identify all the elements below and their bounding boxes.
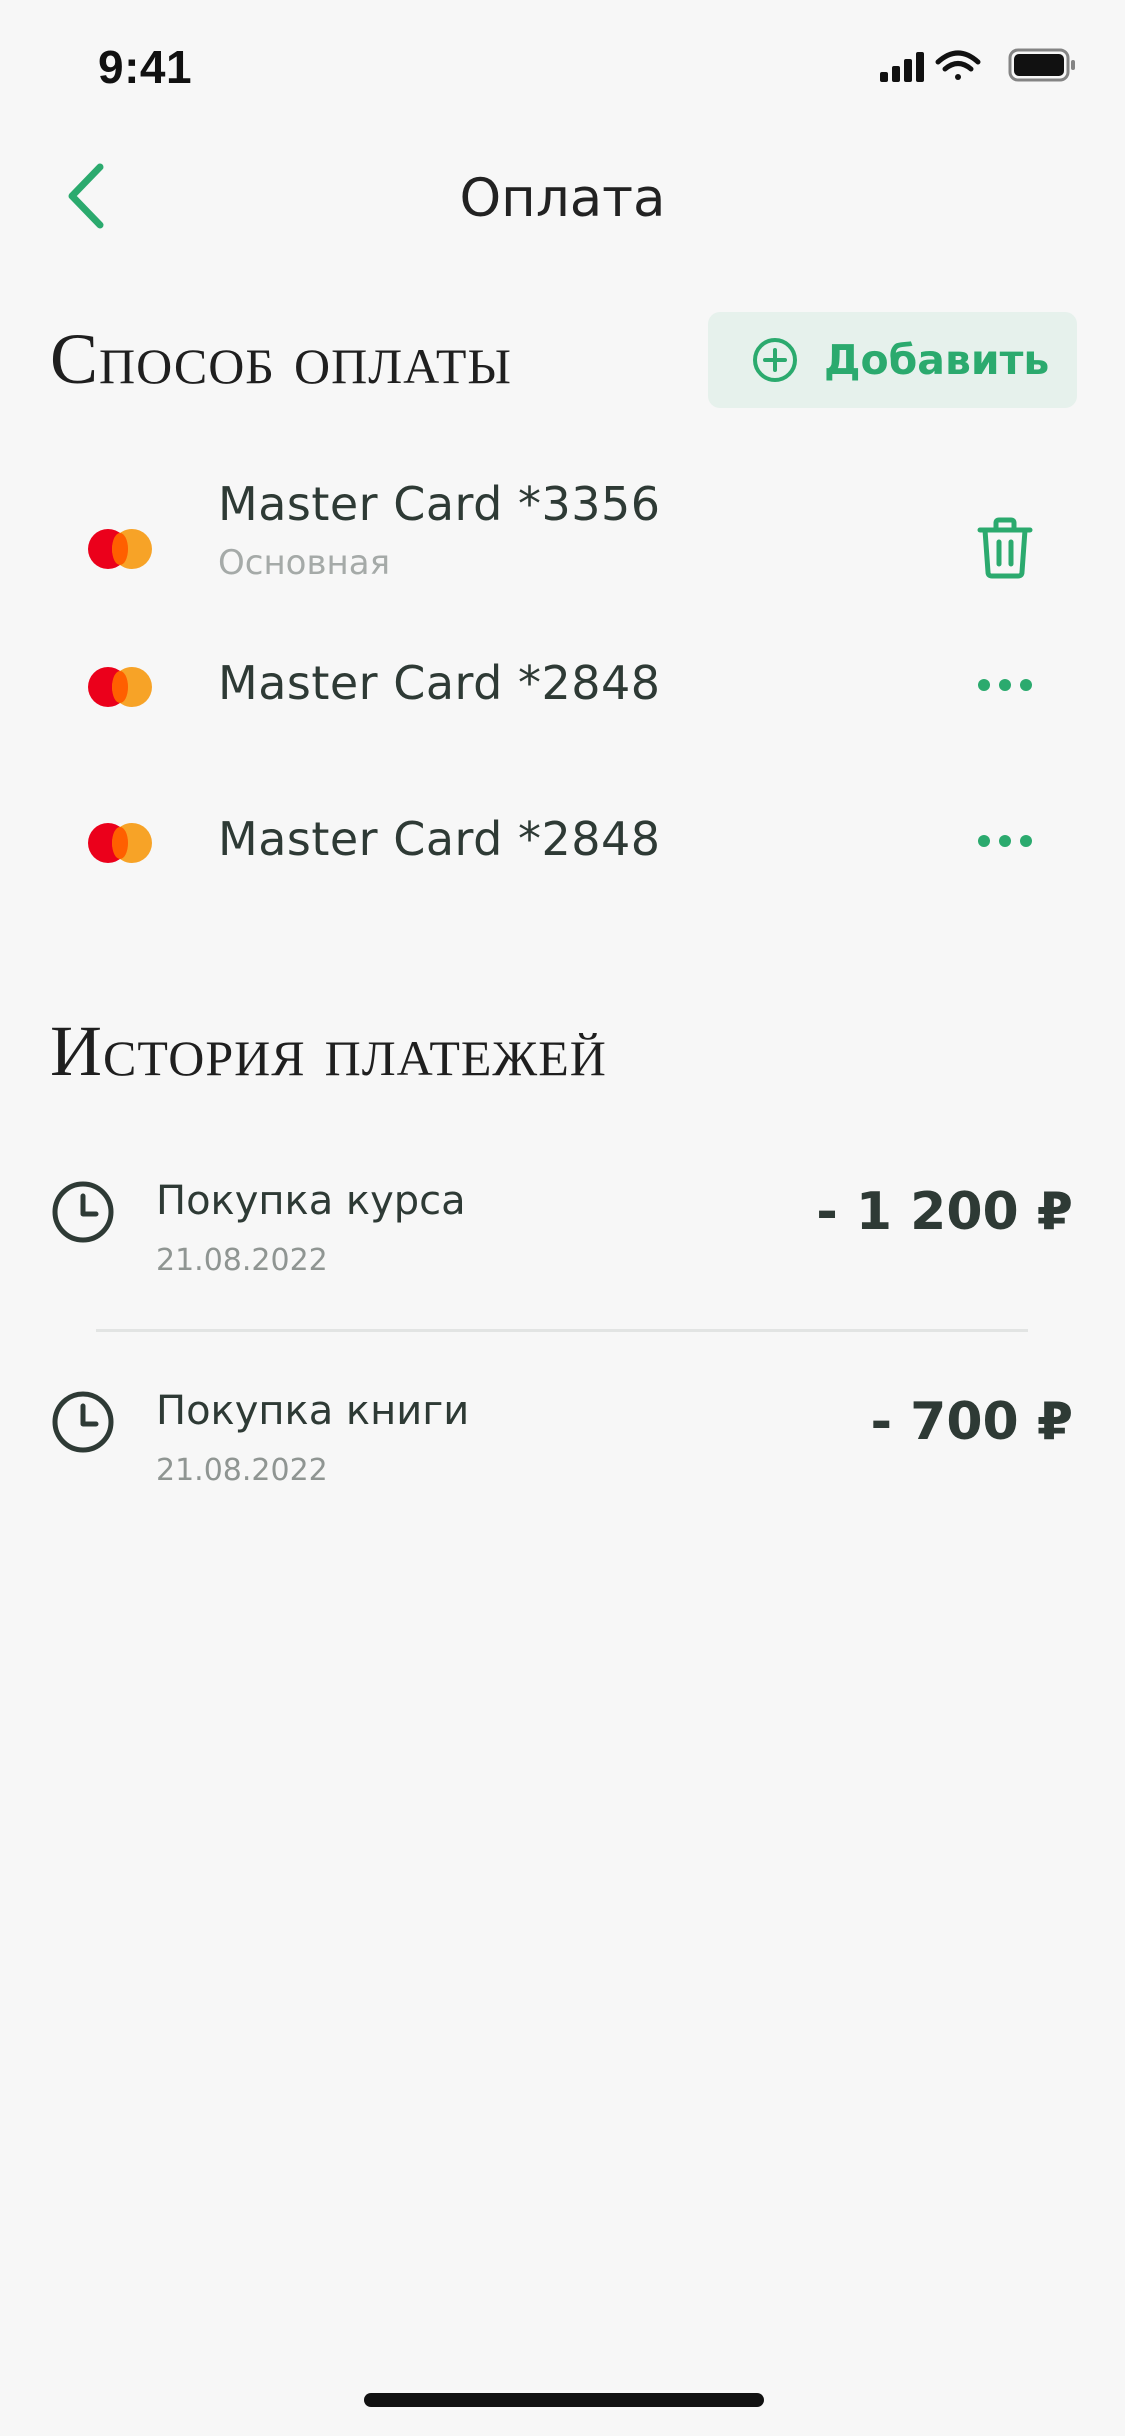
- payment-history-title: История платежей: [50, 1011, 607, 1091]
- home-indicator: [364, 2393, 764, 2407]
- page-title: Оплата: [459, 168, 666, 229]
- card-name: Master Card *2848: [218, 812, 661, 866]
- wifi-icon: [935, 50, 981, 80]
- history-item-title: Покупка книги: [156, 1388, 470, 1434]
- history-item-date: 21.08.2022: [156, 1243, 328, 1278]
- mastercard-icon: [88, 529, 152, 569]
- battery-icon: [1008, 48, 1075, 82]
- status-icons: [880, 46, 1080, 90]
- history-item-title: Покупка курса: [156, 1178, 466, 1224]
- delete-card-button[interactable]: [965, 508, 1045, 588]
- history-item-amount: - 1 200 ₽: [816, 1182, 1073, 1242]
- more-icon: [978, 835, 1032, 847]
- plus-circle-icon: [753, 338, 797, 382]
- card-more-button[interactable]: [965, 801, 1045, 881]
- card-item[interactable]: Master Card *3356 Основная: [0, 455, 1125, 605]
- clock-icon: [50, 1179, 116, 1245]
- card-item[interactable]: Master Card *2848: [0, 610, 1125, 760]
- add-payment-label: Добавить: [824, 336, 1050, 384]
- mastercard-icon: [88, 667, 152, 707]
- history-item-date: 21.08.2022: [156, 1453, 328, 1488]
- trash-icon: [977, 517, 1033, 579]
- divider: [96, 1329, 1028, 1332]
- card-name: Master Card *3356: [218, 477, 661, 531]
- card-name: Master Card *2848: [218, 656, 661, 710]
- history-item-amount: - 700 ₽: [870, 1392, 1073, 1452]
- add-payment-button[interactable]: Добавить: [708, 312, 1077, 408]
- card-subtitle: Основная: [218, 543, 391, 583]
- card-more-button[interactable]: [965, 645, 1045, 725]
- more-icon: [978, 679, 1032, 691]
- signal-icon: [880, 52, 924, 82]
- status-time: 9:41: [98, 41, 193, 93]
- payment-methods-title: Способ оплаты: [50, 319, 513, 399]
- clock-icon: [50, 1389, 116, 1455]
- mastercard-icon: [88, 823, 152, 863]
- card-item[interactable]: Master Card *2848: [0, 766, 1125, 916]
